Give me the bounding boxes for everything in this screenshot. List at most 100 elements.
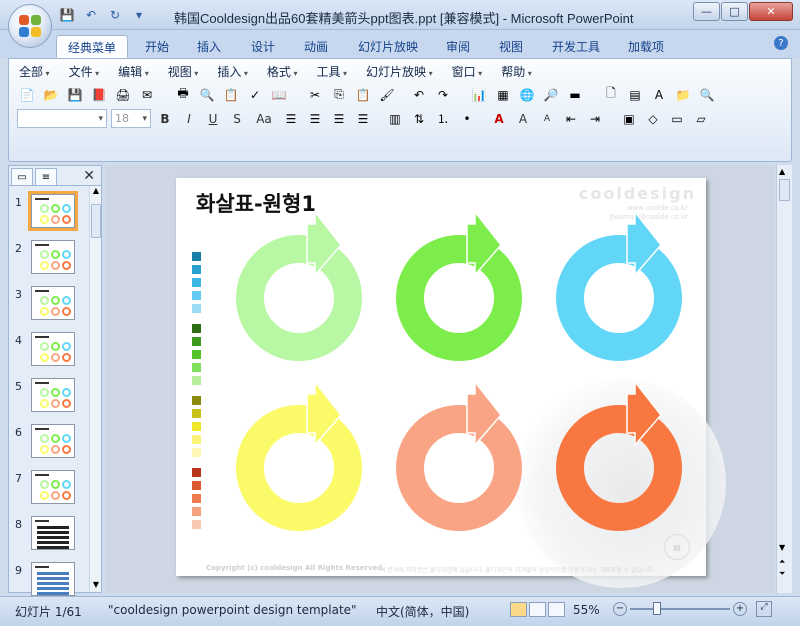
slide-thumbnail[interactable]: [31, 378, 75, 412]
increase-indent-icon[interactable]: ⇥: [585, 109, 605, 128]
justify-icon[interactable]: ☰: [353, 109, 373, 128]
print-preview-icon[interactable]: 🖨: [113, 85, 133, 104]
paste-icon[interactable]: 📋: [353, 85, 373, 104]
research-icon[interactable]: 📋: [221, 85, 241, 104]
design-icon[interactable]: ▤: [625, 85, 645, 104]
slide-thumbnail[interactable]: [31, 240, 75, 274]
maximize-button[interactable]: □: [721, 2, 748, 21]
redo-icon[interactable]: ↻: [106, 7, 124, 23]
menu-window[interactable]: 窗口: [452, 63, 483, 80]
new-slide-icon[interactable]: 🗋: [601, 85, 621, 104]
font-name-combo[interactable]: [17, 109, 107, 128]
tab-insert[interactable]: 插入: [189, 35, 229, 58]
menu-help[interactable]: 帮助: [501, 63, 532, 80]
scroll-down-icon[interactable]: ▼: [91, 580, 101, 592]
thumbnail-scrollbar[interactable]: ▲ ▼: [89, 186, 101, 592]
circle-arrow-yellow[interactable]: [236, 379, 362, 531]
redo-icon[interactable]: ↷: [433, 85, 453, 104]
decrease-indent-icon[interactable]: ⇤: [561, 109, 581, 128]
align-right-icon[interactable]: ☰: [329, 109, 349, 128]
tab-view[interactable]: 视图: [491, 35, 531, 58]
menu-view[interactable]: 视图: [168, 63, 199, 80]
close-button[interactable]: ✕: [749, 2, 793, 21]
slide-thumbnail[interactable]: [31, 424, 75, 458]
shrink-font-button[interactable]: A: [537, 109, 557, 128]
tab-review[interactable]: 审阅: [438, 35, 478, 58]
slide-thumbnail[interactable]: [31, 562, 75, 596]
numbering-icon[interactable]: ⒈: [433, 109, 453, 128]
tab-developer[interactable]: 开发工具: [546, 35, 606, 58]
email-icon[interactable]: ✉: [137, 85, 157, 104]
menu-insert[interactable]: 插入: [217, 63, 248, 80]
font-size-combo[interactable]: 18: [111, 109, 151, 128]
zoom-level[interactable]: 55%: [573, 603, 600, 617]
slide[interactable]: 화살표-원형1 cooldesign www.coolde.co.kr jtea…: [176, 178, 726, 588]
scroll-thumb[interactable]: [779, 179, 790, 201]
slides-tab-icon[interactable]: ▭: [11, 168, 33, 186]
globe-icon[interactable]: 🌐: [517, 85, 537, 104]
save-icon[interactable]: 💾: [65, 85, 85, 104]
format-painter-icon[interactable]: 🖌: [377, 85, 397, 104]
tab-design[interactable]: 设计: [243, 35, 283, 58]
menu-file[interactable]: 文件: [69, 63, 100, 80]
new-icon[interactable]: 📄: [17, 85, 37, 104]
undo-icon[interactable]: ↶: [82, 7, 100, 23]
circle-arrow-green[interactable]: [396, 209, 522, 361]
zoom-slider-track[interactable]: [630, 608, 730, 610]
change-case-button[interactable]: Aa: [251, 109, 277, 128]
shape-fill-icon[interactable]: ▭: [667, 109, 687, 128]
columns-icon[interactable]: ▥: [385, 109, 405, 128]
menu-edit[interactable]: 编辑: [118, 63, 149, 80]
shapes-icon[interactable]: ◇: [643, 109, 663, 128]
copy-icon[interactable]: ⎘: [329, 85, 349, 104]
next-slide-icon[interactable]: ⏷: [779, 569, 785, 579]
normal-view-icon[interactable]: [510, 602, 527, 617]
font-color-button[interactable]: A: [489, 109, 509, 128]
save-icon[interactable]: 💾: [58, 7, 76, 23]
outline-tab-icon[interactable]: ≡: [35, 168, 57, 186]
circle-arrow-light-green[interactable]: [236, 209, 362, 361]
circle-arrow-cyan[interactable]: [556, 209, 682, 361]
permission-icon[interactable]: 📕: [89, 85, 109, 104]
menu-format[interactable]: 格式: [267, 63, 298, 80]
customize-qat-icon[interactable]: ▾: [130, 7, 148, 23]
align-left-icon[interactable]: ☰: [281, 109, 301, 128]
folder-icon[interactable]: 📁: [673, 85, 693, 104]
slide-thumbnail[interactable]: [31, 332, 75, 366]
help-icon[interactable]: ?: [774, 36, 788, 50]
slide-thumbnail[interactable]: [31, 470, 75, 504]
chart-icon[interactable]: 📊: [469, 85, 489, 104]
print-icon[interactable]: 🖶: [173, 85, 193, 104]
italic-button[interactable]: I: [179, 109, 199, 128]
underline-button[interactable]: U: [203, 109, 223, 128]
undo-icon[interactable]: ↶: [409, 85, 429, 104]
tab-addins[interactable]: 加载项: [620, 35, 672, 58]
scroll-up-icon[interactable]: ▲: [91, 186, 101, 198]
menu-all[interactable]: 全部: [19, 63, 50, 80]
zoom-slide-icon[interactable]: 🔎: [541, 85, 561, 104]
scroll-thumb[interactable]: [91, 204, 101, 238]
table-icon[interactable]: ▦: [493, 85, 513, 104]
slideshow-icon[interactable]: [548, 602, 565, 617]
find-icon[interactable]: 🔍: [697, 85, 717, 104]
slide-scrollbar[interactable]: ▲ ▼ ⏶ ⏷: [776, 165, 792, 593]
cut-icon[interactable]: ✂: [305, 85, 325, 104]
slide-sorter-icon[interactable]: [529, 602, 546, 617]
zoom-in-icon[interactable]: +: [733, 602, 747, 616]
bold-button[interactable]: B: [155, 109, 175, 128]
zoom-icon[interactable]: 🔍: [197, 85, 217, 104]
color-grayscale-icon[interactable]: ▬: [565, 85, 585, 104]
thesaurus-icon[interactable]: 📖: [269, 85, 289, 104]
text-box-icon[interactable]: A: [649, 85, 669, 104]
align-center-icon[interactable]: ☰: [305, 109, 325, 128]
tab-home[interactable]: 开始: [137, 35, 177, 58]
slide-thumbnail[interactable]: [28, 191, 78, 231]
office-button[interactable]: [8, 4, 52, 48]
slide-thumbnail[interactable]: [31, 516, 75, 550]
menu-slideshow[interactable]: 幻灯片放映: [366, 63, 433, 80]
circle-arrow-salmon[interactable]: [396, 379, 522, 531]
open-icon[interactable]: 📂: [41, 85, 61, 104]
bullets-icon[interactable]: •: [457, 109, 477, 128]
scroll-down-icon[interactable]: ▼: [779, 543, 785, 552]
spelling-icon[interactable]: ✓: [245, 85, 265, 104]
